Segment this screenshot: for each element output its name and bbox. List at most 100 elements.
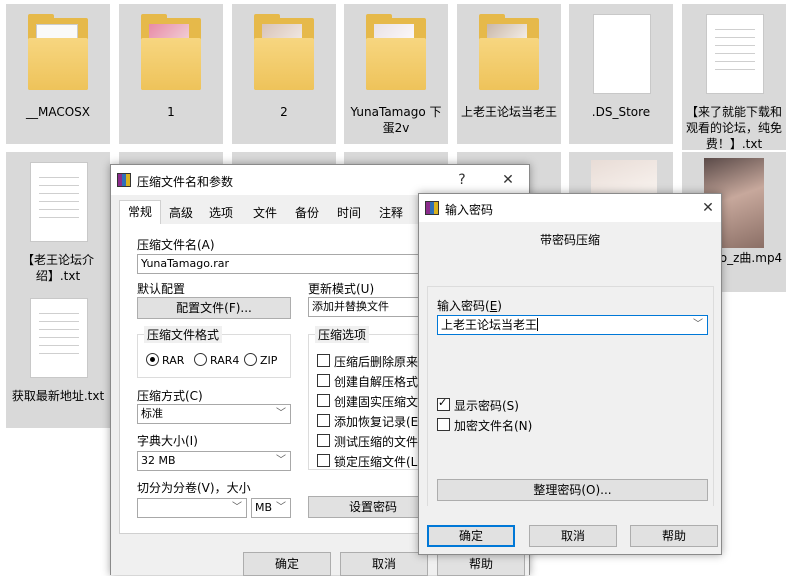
radio-selected-icon [146,353,159,366]
close-icon[interactable]: ✕ [697,198,719,218]
file-tile-1[interactable]: 1 [119,4,223,144]
help-icon[interactable]: ? [451,170,473,190]
file-label: 【来了就能下载和观看的论坛，纯免费！】.txt [685,105,782,151]
recovery-record-checkbox[interactable]: 添加恢复记录(E) [317,413,423,430]
tab-time[interactable]: 时间 [337,204,361,221]
file-tile-ds-store[interactable]: .DS_Store [569,4,673,144]
dialog-titlebar: 输入密码 ✕ [419,194,721,222]
checkbox-icon [317,374,330,387]
folder-icon [141,14,201,90]
archive-name-label: 压缩文件名(A) [137,238,215,252]
sfx-checkbox[interactable]: 创建自解压格式压 [317,373,430,390]
file-label: 2 [280,105,288,119]
default-profile-label: 默认配置 [137,282,186,296]
file-tile-intro-txt[interactable]: 【老王论坛介绍】.txt [6,152,110,292]
folder-icon [366,14,426,90]
chevron-down-icon: ﹀ [276,502,286,513]
tab-advanced[interactable]: 高级 [169,204,193,221]
dictionary-select[interactable]: 32 MB ﹀ [137,451,291,471]
file-label: YunaTamago 下蛋2v [350,105,442,135]
file-tile-laowang[interactable]: 上老王论坛当老王 [457,4,561,144]
file-label: 【老王论坛介绍】.txt [21,253,94,283]
encrypt-filenames-checkbox[interactable]: 加密文件名(N) [437,417,532,434]
split-volumes-label: 切分为分卷(V)，大小 [137,481,251,495]
checkbox-icon [317,394,330,407]
checkbox-checked-icon [437,396,450,411]
text-caret [537,318,539,331]
winrar-icon [425,201,439,215]
file-tile-macosx[interactable]: __MACOSX [6,4,110,144]
checkbox-icon [317,414,330,427]
solid-checkbox[interactable]: 创建固实压缩文件 [317,393,430,410]
folder-icon [479,14,539,90]
tab-general[interactable]: 常规 [119,200,161,224]
text-document-icon [30,298,88,378]
format-zip-radio[interactable]: ZIP [244,353,277,367]
archive-format-label: 压缩文件格式 [144,326,223,343]
chevron-down-icon: ﹀ [276,408,286,419]
password-value: 上老王论坛当老王 [441,318,538,332]
format-rar4-radio[interactable]: RAR4 [194,353,239,367]
method-select[interactable]: 标准 ﹀ [137,404,291,424]
ok-button[interactable]: 确定 [243,552,331,576]
chevron-down-icon: ﹀ [232,502,242,513]
archive-name-input[interactable]: YunaTamago.rar [137,254,437,274]
tab-backup[interactable]: 备份 [295,204,319,221]
help-button[interactable]: 帮助 [437,552,525,576]
profiles-button[interactable]: 配置文件(F)... [137,297,291,319]
tab-comment[interactable]: 注释 [379,204,403,221]
ok-button[interactable]: 确定 [427,525,515,547]
test-archive-checkbox[interactable]: 测试压缩的文件( [317,433,423,450]
file-tile-free-forum-txt[interactable]: 【来了就能下载和观看的论坛，纯免费！】.txt [682,4,786,151]
checkbox-icon [437,418,450,431]
file-tile-2[interactable]: 2 [232,4,336,144]
format-rar-radio[interactable]: RAR [146,353,184,367]
checkbox-icon [317,454,330,467]
cancel-button[interactable]: 取消 [340,552,428,576]
dialog-title: 压缩文件名和参数 [137,175,234,189]
file-label: 上老王论坛当老王 [460,105,557,119]
radio-icon [244,353,257,366]
show-password-checkbox[interactable]: 显示密码(S) [437,396,519,414]
dialog-title: 输入密码 [445,203,494,217]
update-mode-label: 更新模式(U) [308,282,375,296]
archive-options-label: 压缩选项 [315,326,370,343]
chevron-down-icon: ﹀ [276,455,286,466]
folder-icon [28,14,88,90]
method-label: 压缩方式(C) [137,389,203,403]
file-tile-yunatamago[interactable]: YunaTamago 下蛋2v [344,4,448,144]
text-document-icon [706,14,764,94]
tab-options[interactable]: 选项 [209,204,233,221]
winrar-icon [117,173,131,187]
dialog-heading: 带密码压缩 [539,233,600,247]
radio-icon [194,353,207,366]
chevron-down-icon: ﹀ [693,319,703,330]
cancel-button[interactable]: 取消 [529,525,617,547]
password-dialog: 输入密码 ✕ 带密码压缩 输入密码(E) 上老王论坛当老王 ﹀ 显示密码(S) … [418,193,722,555]
organize-passwords-button[interactable]: 整理密码(O)... [437,479,708,501]
delete-after-checkbox[interactable]: 压缩后删除原来的 [317,353,430,370]
file-label: .DS_Store [591,105,651,119]
method-value: 标准 [141,407,163,420]
update-mode-value: 添加并替换文件 [312,300,389,313]
tab-files[interactable]: 文件 [253,204,277,221]
split-unit-select[interactable]: MB ﹀ [251,498,291,518]
text-document-icon [30,162,88,242]
lock-archive-checkbox[interactable]: 锁定压缩文件(L) [317,453,422,470]
dictionary-value: 32 MB [141,454,176,467]
password-label: 输入密码(E) [437,299,502,313]
file-label: 1 [167,105,175,119]
archive-format-group: 压缩文件格式 RAR RAR4 ZIP [137,326,291,378]
split-size-input[interactable]: ﹀ [137,498,247,518]
file-label: __MACOSX [25,105,90,119]
checkbox-icon [317,434,330,447]
file-tile-latest-address-txt[interactable]: 获取最新地址.txt [6,288,110,428]
help-button[interactable]: 帮助 [630,525,718,547]
split-unit-value: MB [255,501,273,514]
dialog-titlebar: 压缩文件名和参数 ? ✕ [111,165,529,195]
password-input[interactable]: 上老王论坛当老王 ﹀ [437,315,708,335]
document-icon [593,14,651,94]
close-icon[interactable]: ✕ [497,170,519,190]
dictionary-label: 字典大小(I) [137,434,198,448]
checkbox-icon [317,354,330,367]
